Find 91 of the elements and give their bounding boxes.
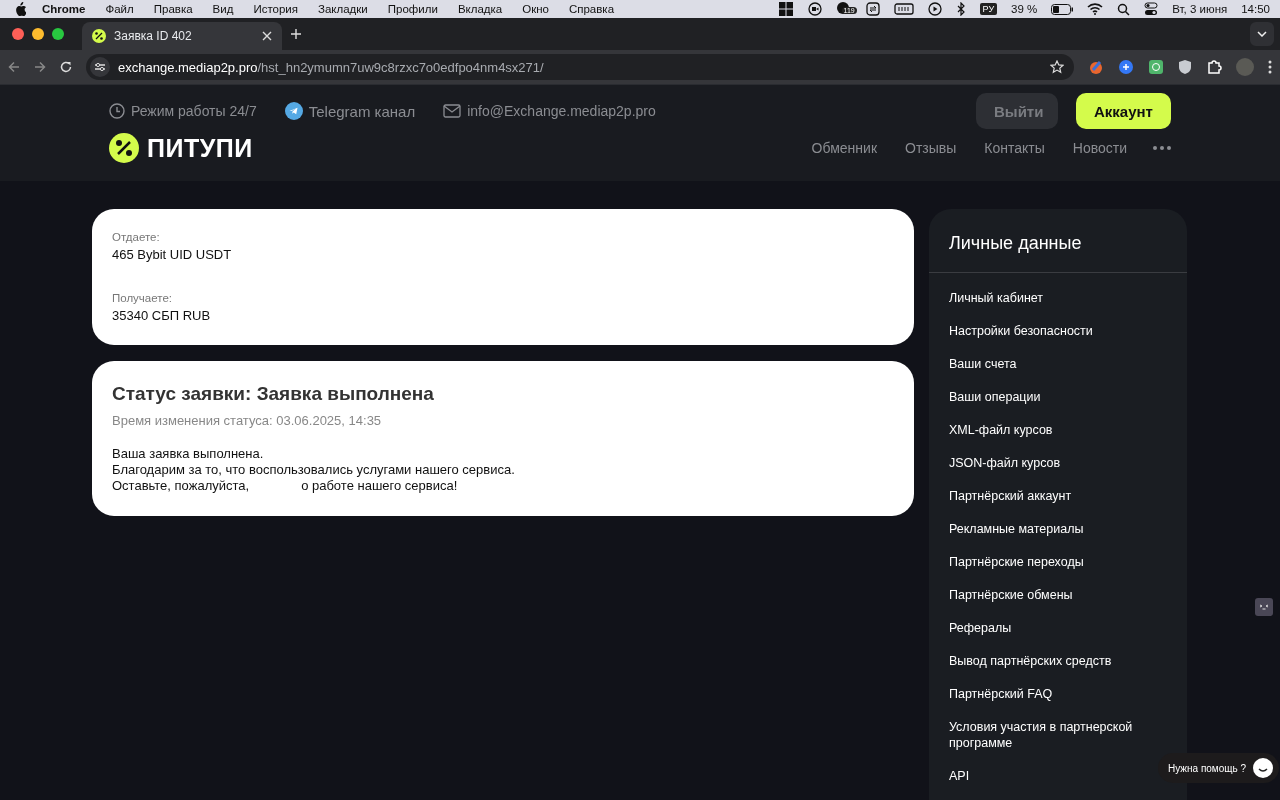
menubar-date[interactable]: Вт, 3 июня bbox=[1172, 3, 1228, 15]
mail-icon bbox=[443, 104, 462, 118]
field-value: 35340 СБП RUB bbox=[112, 308, 212, 323]
contact-text: Режим работы 24/7 bbox=[131, 103, 257, 119]
new-tab-icon[interactable] bbox=[290, 28, 302, 40]
tab-title: Заявка ID 402 bbox=[114, 29, 193, 43]
sidebar-link[interactable]: API bbox=[949, 768, 970, 784]
window-zoom-button[interactable] bbox=[52, 28, 64, 40]
menu-item[interactable]: Вкладка bbox=[457, 3, 503, 15]
menu-item[interactable]: Справка bbox=[568, 3, 615, 15]
close-icon[interactable] bbox=[262, 31, 272, 41]
sidebar-link[interactable]: Вывод партнёрских средств bbox=[949, 653, 1112, 669]
play-icon[interactable] bbox=[927, 2, 942, 16]
sidebar-title: Личные данные bbox=[929, 209, 1187, 273]
menubar-clock[interactable]: 14:50 bbox=[1241, 3, 1270, 15]
sidebar-link[interactable]: Настройки безопасности bbox=[949, 323, 1093, 339]
help-chat-button[interactable]: Нужна помощь ? bbox=[1158, 753, 1280, 783]
star-icon[interactable] bbox=[1050, 60, 1064, 74]
nav-link[interactable]: Контакты bbox=[984, 140, 1045, 156]
clock-icon bbox=[109, 103, 125, 119]
memory-icon[interactable] bbox=[893, 3, 914, 15]
sidebar-link[interactable]: Ваши счета bbox=[949, 356, 1017, 372]
square-extension-icon[interactable] bbox=[1148, 59, 1164, 75]
field-label: Отдаете: bbox=[112, 231, 161, 243]
window-close-button[interactable] bbox=[12, 28, 24, 40]
status-title: Статус заявки: Заявка выполнена bbox=[112, 383, 435, 405]
menu-item[interactable]: Профили bbox=[387, 3, 438, 15]
telegram-icon bbox=[284, 102, 303, 120]
sidebar-link[interactable]: Ваши операции bbox=[949, 389, 1041, 405]
bluetooth-icon[interactable] bbox=[955, 2, 966, 16]
sidebar-link[interactable]: Партнёрский FAQ bbox=[949, 686, 1053, 702]
message-line: Ваша заявка выполнена. bbox=[112, 446, 265, 462]
sidebar-link[interactable]: JSON-файл курсов bbox=[949, 455, 1061, 471]
back-arrow-icon[interactable] bbox=[8, 61, 20, 73]
sidebar-link[interactable]: Партнёрские переходы bbox=[949, 554, 1084, 570]
field-label: Получаете: bbox=[112, 292, 173, 304]
puzzle-icon[interactable] bbox=[1206, 59, 1222, 75]
plus-circle-extension-icon[interactable] bbox=[1118, 59, 1134, 75]
nav-link[interactable]: Обменник bbox=[811, 140, 877, 156]
window-minimize-button[interactable] bbox=[32, 28, 44, 40]
battery-percent: 39 % bbox=[1011, 3, 1038, 15]
keyboard-layout[interactable]: РУ bbox=[979, 3, 998, 15]
sidebar-link[interactable]: Партнёрский аккаунт bbox=[949, 488, 1072, 504]
field-value: 465 Bybit UID USDT bbox=[112, 247, 233, 262]
browser-tab[interactable]: Заявка ID 402 bbox=[82, 22, 282, 50]
menu-item[interactable]: Вид bbox=[212, 3, 234, 15]
battery-icon[interactable] bbox=[1051, 3, 1074, 15]
sidebar-link[interactable]: Рекламные материалы bbox=[949, 521, 1084, 537]
sidebar-link[interactable]: XML-файл курсов bbox=[949, 422, 1053, 438]
account-button[interactable]: Аккаунт bbox=[1076, 93, 1171, 129]
menu-item[interactable]: Закладки bbox=[318, 3, 368, 15]
site-settings-button[interactable] bbox=[90, 57, 110, 77]
more-icon[interactable] bbox=[1153, 146, 1171, 150]
logo-text[interactable]: ПИТУПИ bbox=[147, 133, 253, 163]
message-line: Благодарим за то, что воспользовались услугами нашего сервиса. bbox=[112, 462, 516, 478]
menu-item[interactable]: Окно bbox=[522, 3, 549, 15]
forward-arrow-icon[interactable] bbox=[34, 61, 46, 73]
apple-icon[interactable] bbox=[14, 2, 26, 16]
chevron-down-icon bbox=[1257, 31, 1267, 37]
camera-icon[interactable] bbox=[807, 2, 822, 16]
sidebar-link[interactable]: Партнёрские обмены bbox=[949, 587, 1073, 603]
app-menu[interactable]: Chrome bbox=[42, 3, 86, 15]
nav-link[interactable]: Новости bbox=[1072, 140, 1127, 156]
control-center-icon[interactable] bbox=[1144, 2, 1159, 16]
shield-icon[interactable] bbox=[1178, 59, 1192, 75]
menu-item[interactable]: История bbox=[253, 3, 298, 15]
windows-grid-icon[interactable] bbox=[777, 1, 794, 17]
search-icon[interactable] bbox=[1117, 2, 1131, 16]
sidebar-link[interactable]: Личный кабинет bbox=[949, 290, 1044, 306]
contact-text[interactable]: Telegram канал bbox=[308, 102, 416, 120]
nav-link[interactable]: Отзывы bbox=[905, 140, 957, 156]
percent-logo-icon bbox=[92, 29, 106, 43]
sliders-icon bbox=[94, 62, 106, 72]
tab-search-button[interactable] bbox=[1250, 22, 1274, 46]
sidebar-link[interactable]: Условия участия в партнерской программе bbox=[949, 719, 1167, 751]
menu-item[interactable]: Правка bbox=[153, 3, 193, 15]
menu-item[interactable]: Файл bbox=[105, 3, 134, 15]
message-line: Оставьте, пожалуйста, bbox=[112, 478, 250, 493]
sidebar-link[interactable]: Рефералы bbox=[949, 620, 1012, 636]
address-bar[interactable]: exchange.mediap2p.pro/hst_hn2ymumn7uw9c8rzxc7o0edfpo4nm4sx271/ bbox=[86, 54, 1074, 80]
sync-icon[interactable] bbox=[865, 2, 880, 16]
email-link[interactable]: info@Exchange.mediap2p.pro bbox=[467, 103, 656, 119]
wifi-icon[interactable] bbox=[1087, 3, 1104, 15]
face-widget-icon[interactable] bbox=[1255, 598, 1273, 616]
message-line: о работе нашего сервиса! bbox=[301, 478, 458, 493]
status-time: Время изменения статуса: 03.06.2025, 14:35 bbox=[112, 413, 383, 428]
percent-logo-icon[interactable] bbox=[109, 133, 139, 163]
more-menu-icon[interactable] bbox=[1268, 60, 1272, 74]
url-text: exchange.mediap2p.pro/hst_hn2ymumn7uw9c8rzxc7o0edfpo4nm4sx271/ bbox=[118, 59, 544, 75]
reload-icon[interactable] bbox=[60, 61, 72, 73]
chat-bubble-icon bbox=[1252, 757, 1275, 779]
